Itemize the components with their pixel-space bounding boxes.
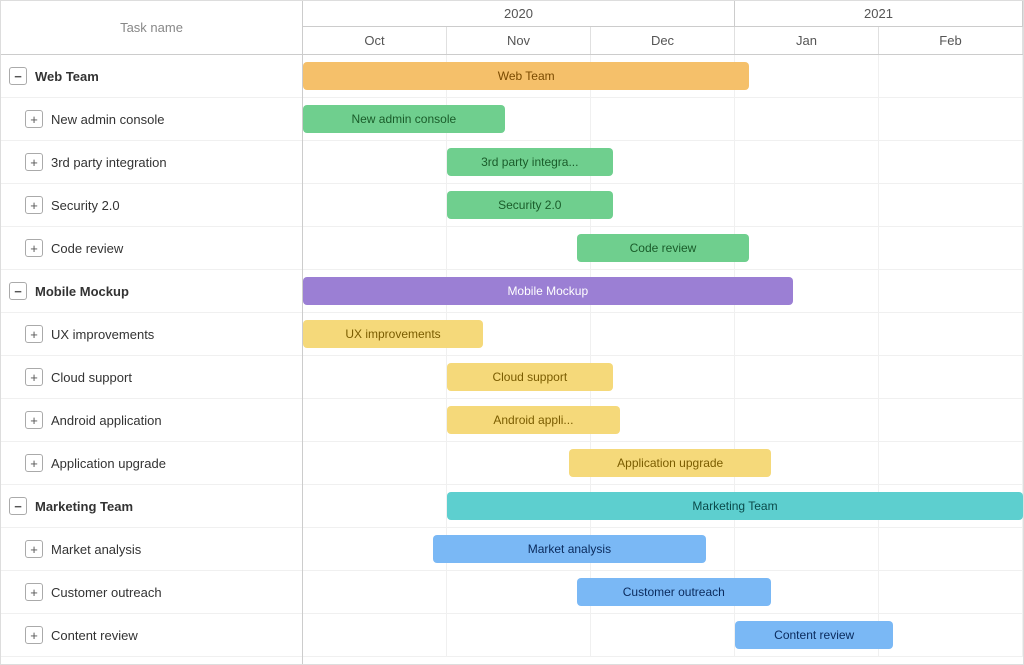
gantt-bar[interactable]: Customer outreach bbox=[577, 578, 771, 606]
child-chart-row: Cloud support bbox=[303, 356, 1023, 399]
year-2021: 2021 bbox=[735, 1, 1023, 26]
group-task-row: −Web Team bbox=[1, 55, 302, 98]
child-task-row: + Customer outreach bbox=[1, 571, 302, 614]
child-task-name: 3rd party integration bbox=[51, 155, 167, 170]
child-task-name: Content review bbox=[51, 628, 138, 643]
month-oct: Oct bbox=[303, 27, 447, 54]
child-task-row: + Content review bbox=[1, 614, 302, 657]
gantt-bar[interactable]: New admin console bbox=[303, 105, 505, 133]
month-row: Oct Nov Dec Jan Feb bbox=[303, 27, 1023, 54]
gantt-bar[interactable]: Marketing Team bbox=[447, 492, 1023, 520]
child-chart-row: New admin console bbox=[303, 98, 1023, 141]
gantt-bar[interactable]: Code review bbox=[577, 234, 750, 262]
expand-button[interactable]: + bbox=[25, 583, 43, 601]
child-task-name: Code review bbox=[51, 241, 123, 256]
expand-button[interactable]: + bbox=[25, 626, 43, 644]
expand-button[interactable]: − bbox=[9, 67, 27, 85]
gantt-bar[interactable]: Web Team bbox=[303, 62, 749, 90]
group-name: Web Team bbox=[35, 69, 99, 84]
child-task-name: New admin console bbox=[51, 112, 164, 127]
year-row: 2020 2021 bbox=[303, 1, 1023, 27]
group-task-row: −Mobile Mockup bbox=[1, 270, 302, 313]
expand-button[interactable]: − bbox=[9, 497, 27, 515]
year-2021-label: 2021 bbox=[864, 6, 893, 21]
child-task-name: UX improvements bbox=[51, 327, 154, 342]
child-chart-row: Customer outreach bbox=[303, 571, 1023, 614]
gantt-bar[interactable]: Application upgrade bbox=[569, 449, 771, 477]
task-col-label: Task name bbox=[120, 20, 183, 35]
gantt-bar[interactable]: Mobile Mockup bbox=[303, 277, 793, 305]
group-name: Mobile Mockup bbox=[35, 284, 129, 299]
child-chart-row: Security 2.0 bbox=[303, 184, 1023, 227]
month-nov: Nov bbox=[447, 27, 591, 54]
year-2020-label: 2020 bbox=[504, 6, 533, 21]
gantt-bar[interactable]: 3rd party integra... bbox=[447, 148, 613, 176]
gantt-container: Task name 2020 2021 Oct Nov Dec Jan Feb … bbox=[0, 0, 1024, 665]
group-chart-row: Mobile Mockup bbox=[303, 270, 1023, 313]
gantt-body: −Web Team+New admin console+3rd party in… bbox=[1, 55, 1023, 664]
group-chart-row: Marketing Team bbox=[303, 485, 1023, 528]
child-task-name: Security 2.0 bbox=[51, 198, 120, 213]
child-task-name: Application upgrade bbox=[51, 456, 166, 471]
child-chart-row: UX improvements bbox=[303, 313, 1023, 356]
group-name: Marketing Team bbox=[35, 499, 133, 514]
expand-button[interactable]: − bbox=[9, 282, 27, 300]
expand-button[interactable]: + bbox=[25, 239, 43, 257]
child-chart-row: Market analysis bbox=[303, 528, 1023, 571]
expand-button[interactable]: + bbox=[25, 454, 43, 472]
child-task-row: +3rd party integration bbox=[1, 141, 302, 184]
group-chart-row: Web Team bbox=[303, 55, 1023, 98]
child-task-row: + Code review bbox=[1, 227, 302, 270]
child-task-row: + Market analysis bbox=[1, 528, 302, 571]
gantt-bar[interactable]: UX improvements bbox=[303, 320, 483, 348]
child-chart-row: Code review bbox=[303, 227, 1023, 270]
group-task-row: −Marketing Team bbox=[1, 485, 302, 528]
gantt-bar[interactable]: Security 2.0 bbox=[447, 191, 613, 219]
month-feb: Feb bbox=[879, 27, 1023, 54]
chart-rows: Web Team New admin console 3rd party integ… bbox=[303, 55, 1023, 657]
timeline-header: 2020 2021 Oct Nov Dec Jan Feb bbox=[303, 1, 1023, 54]
expand-button[interactable]: + bbox=[25, 540, 43, 558]
expand-button[interactable]: + bbox=[25, 325, 43, 343]
child-task-row: + New admin console bbox=[1, 98, 302, 141]
child-task-row: + Cloud support bbox=[1, 356, 302, 399]
child-task-row: + Android application bbox=[1, 399, 302, 442]
child-chart-row: 3rd party integra... bbox=[303, 141, 1023, 184]
child-chart-row: Android appli... bbox=[303, 399, 1023, 442]
expand-button[interactable]: + bbox=[25, 368, 43, 386]
expand-button[interactable]: + bbox=[25, 153, 43, 171]
gantt-bar[interactable]: Android appli... bbox=[447, 406, 620, 434]
year-2020: 2020 bbox=[303, 1, 735, 26]
child-task-name: Cloud support bbox=[51, 370, 132, 385]
child-task-name: Customer outreach bbox=[51, 585, 162, 600]
child-chart-row: Content review bbox=[303, 614, 1023, 657]
month-dec: Dec bbox=[591, 27, 735, 54]
expand-button[interactable]: + bbox=[25, 411, 43, 429]
chart-area: Web Team New admin console 3rd party integ… bbox=[303, 55, 1023, 664]
child-task-row: + Application upgrade bbox=[1, 442, 302, 485]
child-chart-row: Application upgrade bbox=[303, 442, 1023, 485]
month-jan: Jan bbox=[735, 27, 879, 54]
task-list: −Web Team+New admin console+3rd party in… bbox=[1, 55, 303, 664]
child-task-row: + Security 2.0 bbox=[1, 184, 302, 227]
gantt-bar[interactable]: Content review bbox=[735, 621, 893, 649]
expand-button[interactable]: + bbox=[25, 110, 43, 128]
task-col-header: Task name bbox=[1, 1, 303, 54]
child-task-row: + UX improvements bbox=[1, 313, 302, 356]
child-task-name: Market analysis bbox=[51, 542, 141, 557]
gantt-header: Task name 2020 2021 Oct Nov Dec Jan Feb bbox=[1, 1, 1023, 55]
expand-button[interactable]: + bbox=[25, 196, 43, 214]
gantt-bar[interactable]: Market analysis bbox=[433, 535, 707, 563]
gantt-bar[interactable]: Cloud support bbox=[447, 363, 613, 391]
child-task-name: Android application bbox=[51, 413, 162, 428]
